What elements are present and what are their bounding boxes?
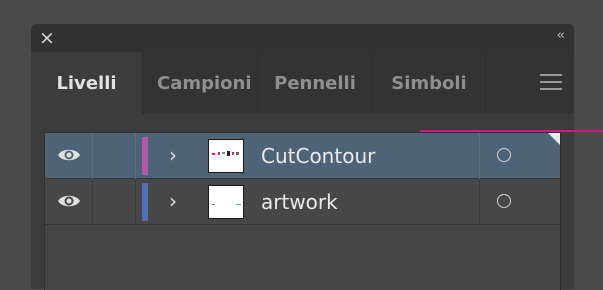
column-divider xyxy=(92,179,93,225)
circle-target-icon[interactable] xyxy=(497,148,511,162)
collapse-icon[interactable]: ‹‹ xyxy=(557,28,566,43)
hamburger-menu-icon[interactable] xyxy=(540,74,562,90)
tab-pennelli[interactable]: Pennelli xyxy=(257,52,372,114)
eye-icon[interactable] xyxy=(57,193,81,213)
layers-panel: × ‹‹ Livelli Campioni Pennelli Simboli ›… xyxy=(31,24,574,290)
circle-target-icon[interactable] xyxy=(497,194,511,208)
layer-color-swatch xyxy=(142,183,148,221)
tab-livelli[interactable]: Livelli xyxy=(31,52,142,114)
panel-titlebar: × ‹‹ xyxy=(31,24,574,52)
layer-thumbnail xyxy=(208,185,244,219)
column-divider xyxy=(479,133,480,179)
layer-thumbnail xyxy=(208,139,244,173)
tab-campioni[interactable]: Campioni xyxy=(142,52,257,114)
layer-row-artwork[interactable]: › artwork xyxy=(45,179,560,225)
panel-tab-bar: Livelli Campioni Pennelli Simboli xyxy=(31,52,574,114)
layer-name[interactable]: artwork xyxy=(261,189,338,215)
selection-indicator xyxy=(548,133,560,145)
eye-icon[interactable] xyxy=(57,147,81,167)
column-divider xyxy=(92,133,93,179)
layer-row-cutcontour[interactable]: › CutContour xyxy=(45,133,560,179)
column-divider xyxy=(135,133,136,179)
chevron-right-icon[interactable]: › xyxy=(169,143,177,167)
layer-color-swatch xyxy=(142,137,148,175)
column-divider xyxy=(479,179,480,225)
layer-name[interactable]: CutContour xyxy=(261,143,375,169)
tab-simboli[interactable]: Simboli xyxy=(372,52,485,114)
close-icon[interactable]: × xyxy=(39,27,55,49)
chevron-right-icon[interactable]: › xyxy=(169,189,177,213)
selection-color-line xyxy=(420,130,603,132)
empty-layers-area xyxy=(45,225,560,290)
column-divider xyxy=(135,179,136,225)
layers-list: › CutContour › artwork xyxy=(44,132,561,290)
